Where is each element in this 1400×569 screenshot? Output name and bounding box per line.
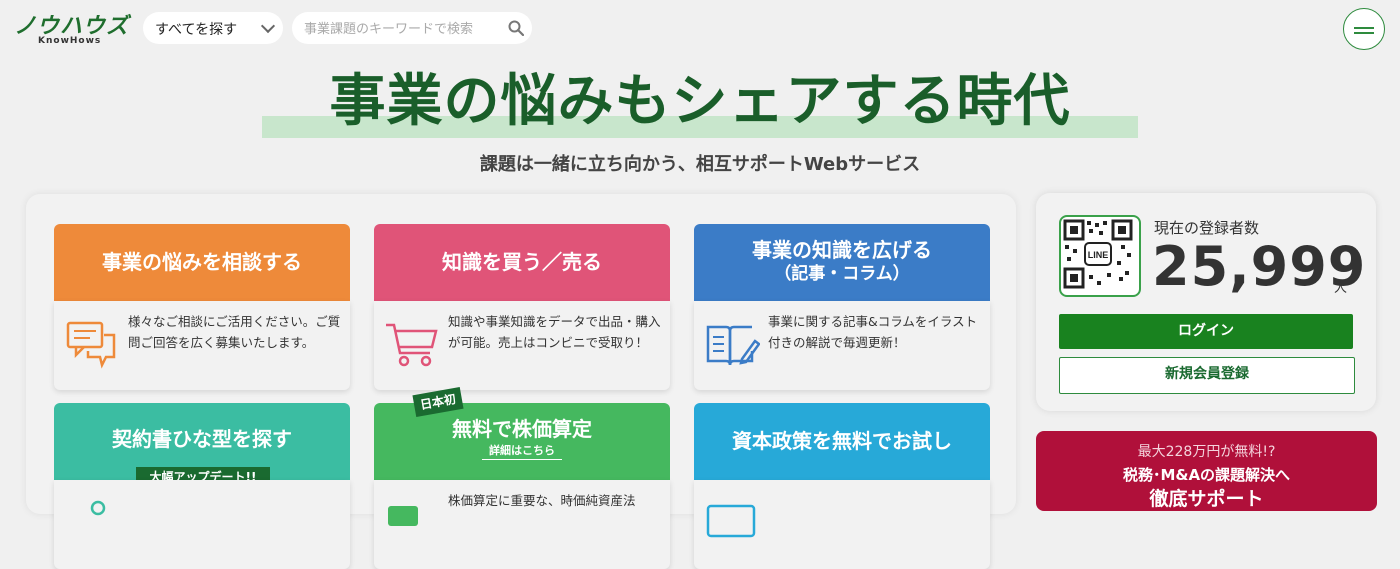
- category-select[interactable]: すべてを探す: [143, 12, 283, 44]
- card-body: 様々なご相談にご活用ください。ご質問ご回答を広く募集いたします。: [54, 301, 350, 390]
- cart-icon: [386, 323, 438, 367]
- card-title: 資本政策を無料でお試し: [732, 429, 952, 453]
- category-select-value: すべてを探す: [155, 22, 238, 38]
- detail-link[interactable]: 詳細はこちら: [482, 443, 562, 460]
- card-description: 事業に関する記事&コラムをイラスト付きの解説で毎週更新！: [768, 314, 978, 350]
- menu-line-icon: [1354, 32, 1374, 34]
- service-card-stock-valuation[interactable]: 無料で株価算定 詳細はこちら 日本初 株価算定に重要な、時価純資産法: [374, 386, 670, 569]
- qr-code-icon: LINE: [1063, 219, 1133, 289]
- card-title: 事業の知識を広げる: [752, 238, 932, 262]
- card-title: 事業の悩みを相談する: [102, 250, 302, 274]
- search-input[interactable]: [302, 18, 502, 40]
- card-title-sub: （記事・コラム）: [774, 264, 910, 284]
- login-button[interactable]: ログイン: [1059, 314, 1353, 349]
- service-card-contract-templates[interactable]: 契約書ひな型を探す 大幅アップデート!!: [54, 403, 350, 569]
- service-card-articles[interactable]: 事業の知識を広げる （記事・コラム） 事業に関する記事&コラムをイラスト付きの解…: [694, 224, 990, 390]
- card-body: [694, 480, 990, 569]
- card-body: 株価算定に重要な、時価純資産法: [374, 480, 670, 569]
- hamburger-menu-button[interactable]: [1343, 8, 1385, 50]
- hero-subtitle: 課題は一緒に立ち向かう、相互サポートWebサービス: [479, 154, 921, 175]
- logo[interactable]: ノウハウズ KnowHows: [14, 8, 134, 48]
- qr-line-label: LINE: [1088, 250, 1109, 260]
- card-description: 株価算定に重要な、時価純資産法: [448, 493, 636, 508]
- registered-users-unit: 人: [1334, 281, 1348, 296]
- logo-subtext: KnowHows: [38, 36, 102, 46]
- promo-banner[interactable]: 最大228万円が無料!? 税務･M&Aの課題解決へ 徹底サポート: [1036, 431, 1377, 511]
- line-qr-code[interactable]: LINE: [1059, 215, 1141, 297]
- menu-line-icon: [1354, 27, 1374, 29]
- book-edit-icon: [706, 325, 760, 366]
- card-description: 様々なご相談にご活用ください。ご質問ご回答を広く募集いたします。: [128, 314, 341, 350]
- card-description: 知識や事業知識をデータで出品・購入が可能。売上はコンビニで受取り！: [448, 314, 661, 350]
- chat-icon: [66, 321, 116, 369]
- promo-line-2: 税務･M&Aの課題解決へ: [1122, 466, 1291, 484]
- service-card-consult[interactable]: 事業の悩みを相談する 様々なご相談にご活用ください。ご質問ご回答を広く募集いたし…: [54, 224, 350, 390]
- document-icon: [90, 500, 106, 516]
- card-body: 知識や事業知識をデータで出品・購入が可能。売上はコンビニで受取り！: [374, 301, 670, 390]
- chevron-down-icon: [260, 18, 276, 34]
- hero-title: 事業の悩みもシェアする時代: [329, 69, 1071, 134]
- signup-button[interactable]: 新規会員登録: [1059, 357, 1355, 394]
- card-body: [54, 480, 350, 569]
- search-box: [292, 12, 532, 44]
- promo-line-1: 最大228万円が無料!?: [1137, 444, 1276, 460]
- calculator-icon: [388, 506, 418, 526]
- search-icon[interactable]: [508, 20, 524, 36]
- card-title: 無料で株価算定: [452, 417, 592, 441]
- card-body: 事業に関する記事&コラムをイラスト付きの解説で毎週更新！: [694, 301, 990, 390]
- card-title: 知識を買う／売る: [442, 250, 602, 274]
- service-card-capital-policy[interactable]: 資本政策を無料でお試し: [694, 403, 990, 569]
- monitor-icon: [706, 504, 756, 538]
- card-title: 契約書ひな型を探す: [112, 427, 292, 451]
- services-panel: 事業の悩みを相談する 様々なご相談にご活用ください。ご質問ご回答を広く募集いたし…: [26, 194, 1016, 569]
- promo-line-3: 徹底サポート: [1149, 488, 1264, 510]
- service-card-knowledge-market[interactable]: 知識を買う／売る 知識や事業知識をデータで出品・購入が可能。売上はコンビニで受取…: [374, 224, 670, 390]
- registration-panel: LINE 現在の登録者数 25,999 人 ログイン 新規会員登録: [1036, 193, 1376, 411]
